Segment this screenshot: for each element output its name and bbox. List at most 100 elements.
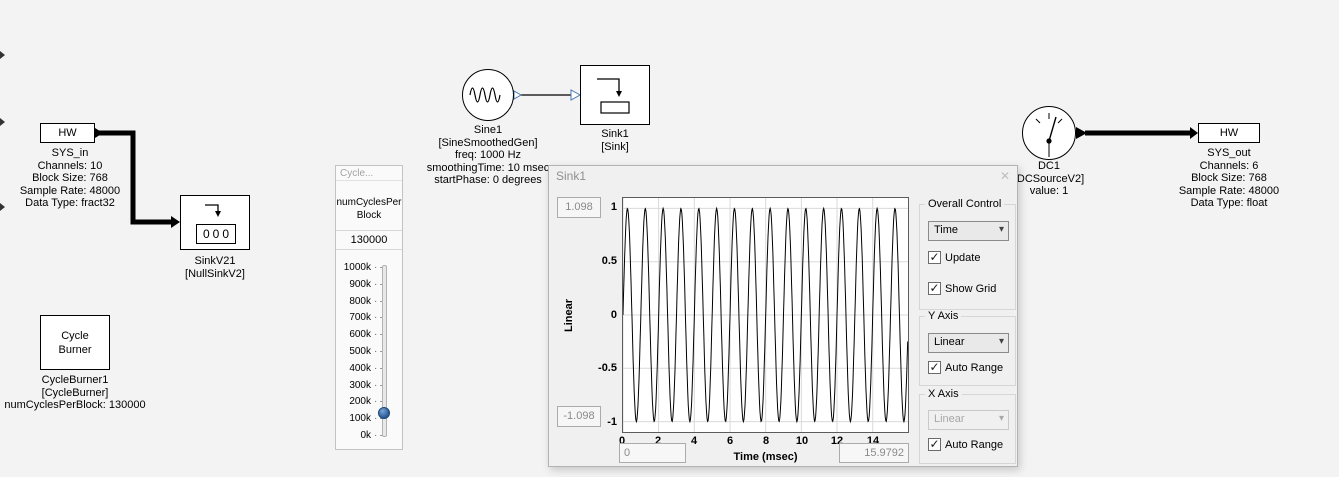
output-pin-icon xyxy=(95,128,103,138)
x-start-field[interactable]: 0 xyxy=(619,443,686,463)
y-tick-label: -1 xyxy=(589,416,617,428)
block-type: [CycleBurner] xyxy=(0,387,150,400)
sine-trace xyxy=(623,198,908,432)
slider-tick: 300k· xyxy=(336,379,402,391)
tick-dot-icon: · xyxy=(374,279,377,290)
show-grid-checkbox[interactable]: ✓ xyxy=(928,282,941,295)
sink-window-titlebar[interactable]: Sink1 ✕ xyxy=(549,166,1017,186)
block-sinkv21[interactable]: 000 xyxy=(180,195,250,250)
y-tick-label: 0.5 xyxy=(589,255,617,267)
sys-out-label: SYS_out Channels: 6 Block Size: 768 Samp… xyxy=(1161,147,1297,210)
slider-tick: 600k· xyxy=(336,328,402,340)
cycle-burner-label: CycleBurner1 [CycleBurner] numCyclesPerB… xyxy=(0,374,150,412)
cycle-burner-text: Cycle xyxy=(41,329,109,343)
x-tick-label: 10 xyxy=(792,435,812,447)
sink-window-title: Sink1 xyxy=(556,169,586,183)
sine-wave-icon xyxy=(463,70,513,120)
checkbox-label: Update xyxy=(945,252,980,264)
slider-tick: 700k· xyxy=(336,311,402,323)
x-axis-group: X Axis Linear ▾ ✓ Auto Range xyxy=(919,394,1016,464)
tick-dot-icon: · xyxy=(374,413,377,424)
hw-label: HW xyxy=(1220,127,1238,139)
slider-tick: 1000k· xyxy=(336,261,402,273)
slider-tick: 800k· xyxy=(336,295,402,307)
cycle-burner-slider-window: Cycle... numCyclesPer Block 130000 1000k… xyxy=(335,165,403,450)
block-prop: startPhase: 0 degrees xyxy=(408,174,568,187)
update-checkbox[interactable]: ✓ xyxy=(928,251,941,264)
checkbox-label: Show Grid xyxy=(945,283,996,295)
sink-arrow-icon xyxy=(181,196,249,222)
output-pin-icon xyxy=(514,91,521,99)
clipped-pin-icon xyxy=(0,51,5,59)
tick-dot-icon: · xyxy=(374,396,377,407)
cycle-burner-text: Burner xyxy=(41,343,109,357)
tick-dot-icon: · xyxy=(374,329,377,340)
canvas: { "icons": { "checkmark": "✓", "combo_ar… xyxy=(0,0,1339,477)
block-name: SYS_out xyxy=(1161,147,1297,160)
block-name: Sine1 xyxy=(408,124,568,137)
y-axis-dropdown[interactable]: Linear ▾ xyxy=(928,333,1009,353)
overall-control-dropdown[interactable]: Time ▾ xyxy=(928,221,1009,241)
block-type: [Sink] xyxy=(545,141,685,154)
slider-window-titlebar[interactable]: Cycle... xyxy=(336,166,402,181)
slider-tick: 900k· xyxy=(336,278,402,290)
block-prop: Block Size: 768 xyxy=(2,172,138,185)
y-tick-label: -0.5 xyxy=(589,362,617,374)
block-sine1[interactable] xyxy=(462,69,514,121)
show-grid-checkbox-row[interactable]: ✓ Show Grid xyxy=(928,282,996,295)
block-prop: Channels: 10 xyxy=(2,160,138,173)
group-label: Overall Control xyxy=(925,198,1004,210)
input-pin-icon xyxy=(1190,127,1198,139)
slider-tick: 0k· xyxy=(336,429,402,441)
block-type: [SineSmoothedGen] xyxy=(408,137,568,150)
y-axis-group: Y Axis Linear ▾ ✓ Auto Range xyxy=(919,316,1016,386)
slider-handle[interactable] xyxy=(378,407,390,419)
block-dc1[interactable] xyxy=(1022,106,1076,160)
block-prop: Channels: 6 xyxy=(1161,160,1297,173)
block-sink1[interactable] xyxy=(580,65,650,125)
close-icon[interactable]: ✕ xyxy=(1000,169,1010,183)
group-label: X Axis xyxy=(925,388,962,400)
block-cycle-burner[interactable]: Cycle Burner xyxy=(40,315,110,370)
null-sink-zeros-icon: 000 xyxy=(196,224,236,244)
block-prop: Sample Rate: 48000 xyxy=(2,185,138,198)
arrowhead-icon xyxy=(171,216,180,228)
x-end-field[interactable]: 15.9792 xyxy=(839,443,909,463)
chevron-down-icon: ▾ xyxy=(999,336,1004,347)
x-auto-range-checkbox[interactable]: ✓ xyxy=(928,438,941,451)
x-axis-dropdown-disabled: Linear ▾ xyxy=(928,410,1009,430)
tick-dot-icon: · xyxy=(374,296,377,307)
update-checkbox-row[interactable]: ✓ Update xyxy=(928,251,980,264)
block-sys-out[interactable]: HW xyxy=(1198,123,1260,143)
block-prop: Data Type: fract32 xyxy=(2,197,138,210)
y-auto-range-row[interactable]: ✓ Auto Range xyxy=(928,361,1003,374)
block-prop: Data Type: float xyxy=(1161,197,1297,210)
sys-in-label: SYS_in Channels: 10 Block Size: 768 Samp… xyxy=(2,147,138,210)
chevron-down-icon: ▾ xyxy=(999,224,1004,235)
block-prop: Block Size: 768 xyxy=(1161,172,1297,185)
hw-label: HW xyxy=(58,127,76,139)
overall-control-group: Overall Control Time ▾ ✓ Update ✓ Show G… xyxy=(919,204,1016,310)
x-tick-label: 8 xyxy=(756,435,776,447)
y-tick-label: 1 xyxy=(589,201,617,213)
slider-tick: 500k· xyxy=(336,345,402,357)
dc-meter-icon xyxy=(1023,107,1075,159)
sink1-scope-window: Sink1 ✕ 1.098 -1.098 Linear 1 0.5 0 -0.5… xyxy=(548,165,1018,467)
tick-dot-icon: · xyxy=(374,380,377,391)
tick-dot-icon: · xyxy=(374,346,377,357)
x-tick-label: 4 xyxy=(684,435,704,447)
clipped-pin-icon xyxy=(0,118,5,126)
y-axis-title: Linear xyxy=(563,299,575,332)
tick-dot-icon: · xyxy=(374,430,377,441)
scope-plot-area xyxy=(622,197,909,433)
checkbox-label: Auto Range xyxy=(945,439,1003,451)
input-pin-icon xyxy=(571,90,580,100)
sine1-label: Sine1 [SineSmoothedGen] freq: 1000 Hz sm… xyxy=(408,124,568,187)
slider-tick: 200k· xyxy=(336,395,402,407)
y-auto-range-checkbox[interactable]: ✓ xyxy=(928,361,941,374)
x-tick-label: 6 xyxy=(720,435,740,447)
block-name: CycleBurner1 xyxy=(0,374,150,387)
x-auto-range-row[interactable]: ✓ Auto Range xyxy=(928,438,1003,451)
block-sys-in[interactable]: HW xyxy=(40,123,95,143)
group-label: Y Axis xyxy=(925,310,961,322)
